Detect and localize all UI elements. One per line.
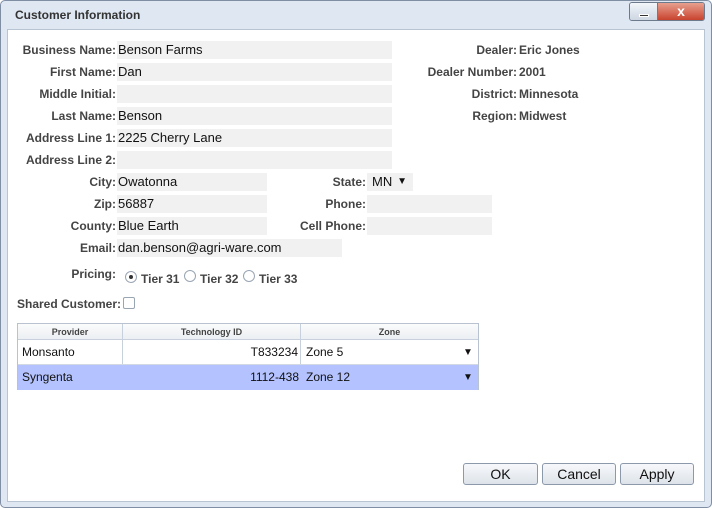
zip-field[interactable]: 56887 [117, 195, 267, 213]
cell-phone-label: Cell Phone: [299, 219, 366, 233]
city-field[interactable]: Owatonna [117, 173, 267, 191]
close-icon: x [677, 3, 685, 19]
middle-initial-field[interactable] [117, 85, 392, 103]
column-header-technology-id[interactable]: Technology ID [123, 324, 301, 340]
zip-label: Zip: [94, 197, 116, 211]
dealer-number-value: 2001 [519, 65, 546, 79]
address-line-2-field[interactable] [117, 151, 392, 169]
dealer-value: Eric Jones [519, 43, 580, 57]
shared-customer-label: Shared Customer: [17, 297, 122, 311]
minimize-button[interactable] [630, 3, 658, 20]
chevron-down-icon[interactable]: ▼ [463, 347, 473, 358]
table-row[interactable]: Syngenta 1112-438 Zone 12 ▼ [18, 365, 478, 390]
middle-initial-label: Middle Initial: [39, 87, 116, 101]
cancel-button[interactable]: Cancel [542, 463, 616, 485]
column-header-provider[interactable]: Provider [18, 324, 123, 340]
phone-label: Phone: [325, 197, 366, 211]
state-label: State: [332, 175, 366, 189]
window-controls: x [629, 2, 705, 21]
address-line-1-field[interactable]: 2225 Cherry Lane [117, 129, 392, 147]
address-line-1-label: Address Line 1: [25, 131, 116, 145]
pricing-option-label: Tier 33 [259, 272, 298, 286]
chevron-down-icon: ▼ [397, 176, 407, 187]
pricing-radio-tier-32[interactable] [184, 270, 196, 282]
shared-customer-checkbox[interactable] [123, 297, 135, 309]
business-name-label: Business Name: [22, 43, 116, 57]
minimize-icon [639, 14, 649, 17]
pricing-option-label: Tier 32 [200, 272, 239, 286]
county-field[interactable]: Blue Earth [117, 217, 267, 235]
pricing-label: Pricing: [71, 267, 116, 281]
state-value: MN [372, 174, 393, 189]
ok-button[interactable]: OK [463, 463, 538, 485]
region-label: Region: [472, 109, 517, 123]
cell-provider: Syngenta [22, 370, 73, 384]
district-value: Minnesota [519, 87, 579, 101]
county-label: County: [70, 219, 116, 233]
technology-grid: Provider Technology ID Zone Monsanto T83… [17, 323, 479, 390]
title-bar[interactable]: Customer Information x [1, 1, 711, 29]
pricing-radio-tier-33[interactable] [243, 270, 255, 282]
last-name-field[interactable]: Benson [117, 107, 392, 125]
city-label: City: [89, 175, 116, 189]
column-header-zone[interactable]: Zone [301, 324, 478, 340]
table-row[interactable]: Monsanto T833234 Zone 5 ▼ [18, 340, 478, 365]
pricing-radio-tier-31[interactable] [125, 271, 137, 283]
district-label: District: [471, 87, 517, 101]
chevron-down-icon[interactable]: ▼ [463, 372, 473, 383]
dealer-number-label: Dealer Number: [427, 65, 517, 79]
close-button[interactable]: x [658, 3, 704, 20]
customer-information-window: Customer Information x Business Name: Be… [0, 0, 712, 508]
cell-technology-id[interactable]: 1112-438 [123, 365, 301, 389]
window-title: Customer Information [15, 8, 141, 22]
business-name-field[interactable]: Benson Farms [117, 41, 392, 59]
state-select[interactable]: MN ▼ [367, 173, 413, 191]
address-line-2-label: Address Line 2: [25, 153, 116, 167]
phone-field[interactable] [367, 195, 492, 213]
cell-technology-id[interactable]: T833234 [123, 340, 301, 364]
cell-provider: Monsanto [18, 340, 123, 364]
last-name-label: Last Name: [51, 109, 116, 123]
first-name-field[interactable]: Dan [117, 63, 392, 81]
apply-button[interactable]: Apply [620, 463, 694, 485]
cell-phone-field[interactable] [367, 217, 492, 235]
first-name-label: First Name: [49, 65, 116, 79]
region-value: Midwest [519, 109, 567, 123]
cell-zone[interactable]: Zone 12 [306, 365, 466, 389]
email-label: Email: [79, 241, 116, 255]
cell-zone[interactable]: Zone 5 [306, 340, 466, 364]
pricing-option-label: Tier 31 [141, 272, 180, 286]
dealer-label: Dealer: [476, 43, 517, 57]
email-field[interactable]: dan.benson@agri-ware.com [117, 239, 342, 257]
grid-header: Provider Technology ID Zone [18, 324, 478, 340]
